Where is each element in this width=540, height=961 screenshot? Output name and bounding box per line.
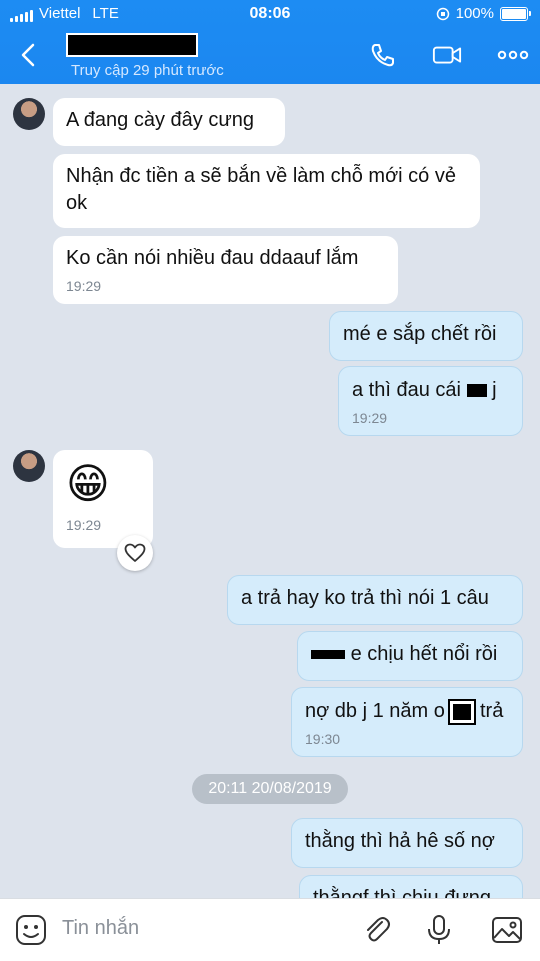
paperclip-icon[interactable] [360,913,394,947]
message-bubble[interactable]: nợ db j 1 năm o trả 19:30 [291,687,523,757]
image-icon[interactable] [490,913,524,947]
message-bubble[interactable]: mé e sắp chết rồi [329,311,523,361]
microphone-icon[interactable] [422,913,456,947]
message-bubble[interactable]: thằngf thì chịu đựng [299,875,523,898]
sticker-smile-icon[interactable] [14,913,48,947]
message-time: 19:29 [66,278,102,294]
reaction-button[interactable] [117,535,153,571]
message-text: A đang cày đây cưng [66,109,254,131]
status-bar: Viettel LTE 08:06 100% [0,0,540,28]
message-time: 19:29 [352,410,388,426]
more-icon[interactable] [497,42,529,68]
message-bubble[interactable]: e chịu hết nổi rồi [297,631,523,681]
message-text: nợ db j 1 năm o [305,700,445,722]
video-camera-icon[interactable] [432,42,462,68]
message-text: a thì đau cái [352,379,461,401]
message-text: e chịu hết nổi rồi [350,643,498,665]
message-text: j [492,379,497,401]
orientation-lock-icon [436,7,449,20]
chat-header: Viettel LTE 08:06 100% Truy cập 29 phút … [0,0,540,84]
message-bubble[interactable]: Nhận đc tiền a sẽ bắn về làm chỗ mới có … [53,154,480,228]
message-list[interactable]: A đang cày đây cưng Nhận đc tiền a sẽ bắ… [0,84,540,898]
message-bubble[interactable]: thằng thì hả hê số nợ [291,818,523,868]
grinning-emoji: 😁 [66,460,110,507]
message-text: thằngf thì chịu đựng [313,887,491,898]
message-text: thằng thì hả hê số nợ [305,830,495,852]
date-divider: 20:11 20/08/2019 [192,774,348,804]
contact-name-redacted[interactable] [66,33,198,57]
message-text: Nhận đc tiền a sẽ bắn về làm chỗ mới có … [66,165,456,214]
message-bubble[interactable]: Ko cần nói nhiều đau ddaauf lắm 19:29 [53,236,398,304]
phone-icon[interactable] [368,42,398,68]
message-bubble[interactable]: a trả hay ko trả thì nói 1 câu [227,575,523,625]
message-text: mé e sắp chết rồi [343,323,497,345]
message-text: trả [480,700,504,722]
message-time: 19:29 [66,517,102,533]
message-input-bar: Tin nhắn [0,898,540,961]
contact-avatar[interactable] [13,98,45,130]
message-time: 19:30 [305,731,341,747]
heart-outline-icon [124,543,146,562]
battery-icon [500,6,531,21]
redacted-word [311,650,345,660]
chevron-left-icon[interactable] [18,42,40,68]
message-bubble[interactable]: 😁 19:29 [53,450,153,548]
redacted-word [466,384,487,398]
message-bubble[interactable]: a thì đau cái j 19:29 [338,366,523,436]
battery-percent: 100% [455,5,494,22]
message-bubble[interactable]: A đang cày đây cưng [53,98,285,146]
message-text: a trả hay ko trả thì nói 1 câu [241,587,489,609]
redacted-word [448,698,477,725]
contact-avatar[interactable] [13,450,45,482]
message-text: Ko cần nói nhiều đau ddaauf lắm [66,247,359,269]
last-seen-status: Truy cập 29 phút trước [71,62,224,79]
message-input[interactable]: Tin nhắn [62,917,139,940]
